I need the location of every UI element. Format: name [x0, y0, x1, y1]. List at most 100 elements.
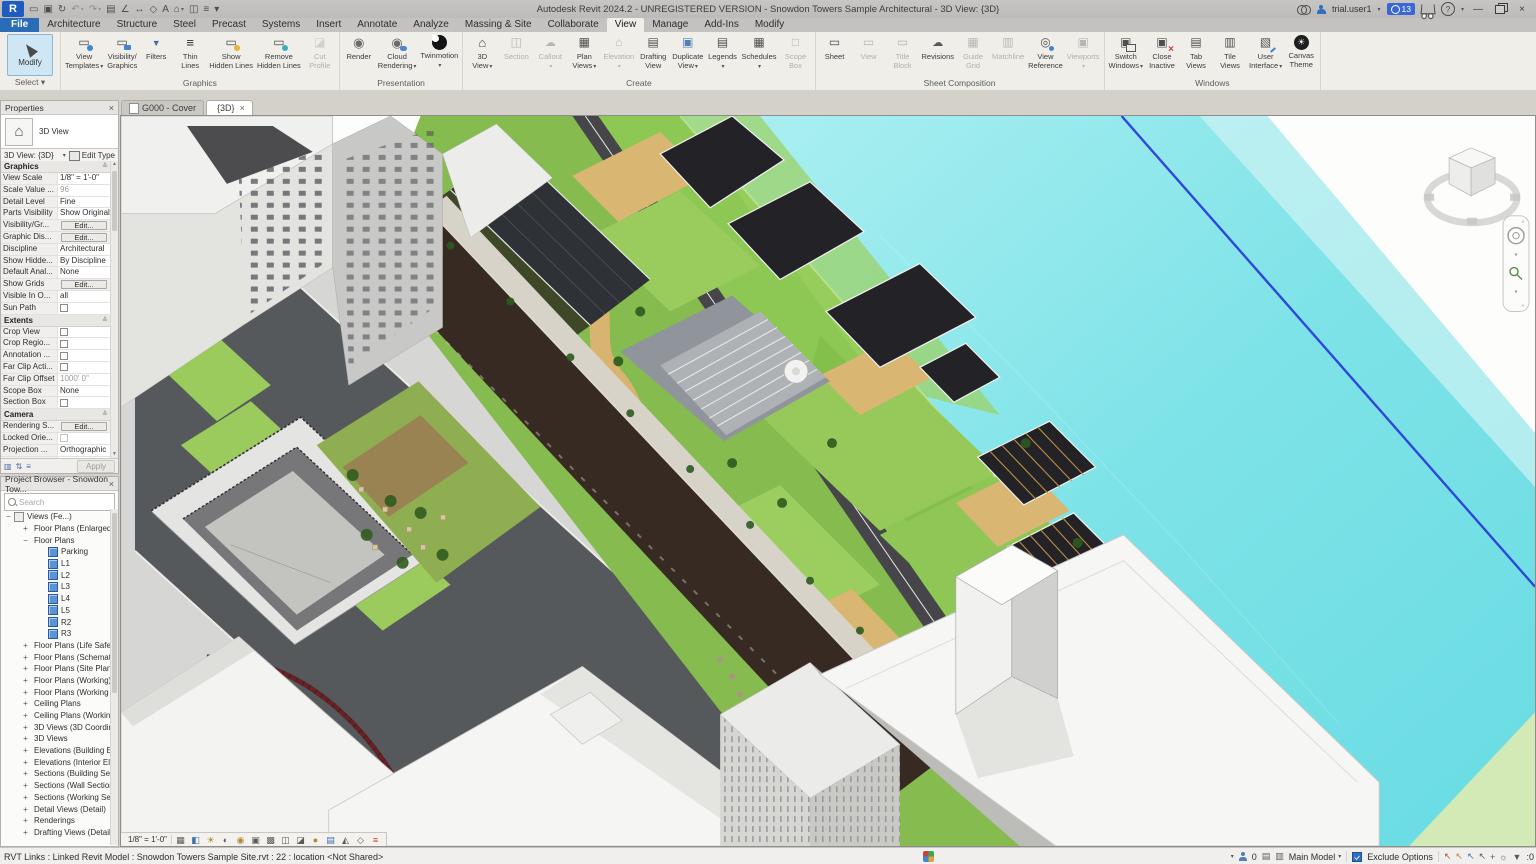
ribbon-tab[interactable]: Analyze	[405, 18, 457, 32]
expand-collapse-icon[interactable]: +	[21, 746, 30, 755]
property-row[interactable]: Section Box	[1, 397, 111, 409]
open-icon[interactable]: ▭	[27, 2, 40, 17]
ribbon-button[interactable]: Cloud Rendering	[376, 33, 419, 72]
property-row[interactable]: Rendering S... Edit...	[1, 421, 111, 433]
expand-collapse-icon[interactable]: +	[21, 676, 30, 685]
ribbon-button[interactable]: Elevation	[601, 33, 636, 72]
ribbon-tab[interactable]: Modify	[747, 18, 792, 32]
exclude-options-checkbox[interactable]	[1352, 852, 1362, 862]
modify-button[interactable]: Modify	[7, 34, 53, 76]
properties-section-header[interactable]: Camera	[1, 409, 111, 421]
browser-tree-item[interactable]: + Ceiling Plans (Working)	[2, 710, 110, 722]
property-row[interactable]: Parts Visibility Show Original	[1, 208, 111, 220]
scale-button[interactable]: 1/8" = 1'-0"	[124, 835, 172, 844]
expand-collapse-icon[interactable]: +	[21, 805, 30, 814]
application-menu-button[interactable]: R	[2, 1, 24, 17]
ribbon-button[interactable]: Remove Hidden Lines	[255, 33, 303, 71]
minimize-button[interactable]: —	[1470, 3, 1486, 16]
browser-search-input[interactable]: Search	[4, 493, 115, 511]
property-row[interactable]: View Scale 1/8" = 1'-0"	[1, 173, 111, 185]
ribbon-button[interactable]: Viewports	[1065, 33, 1102, 72]
section-icon[interactable]: ◫	[187, 2, 200, 17]
ribbon-button[interactable]: 3D View	[465, 33, 499, 72]
ribbon-button[interactable]: Show Hidden Lines	[207, 33, 255, 71]
properties-header[interactable]: Properties ×	[1, 101, 118, 115]
ribbon-button[interactable]: Plan Views	[567, 33, 601, 72]
aligned-dimension-icon[interactable]: ↔	[133, 2, 147, 17]
text-icon[interactable]: A	[160, 2, 171, 17]
panel-label[interactable]: Windows	[1105, 77, 1321, 90]
close-view-icon[interactable]: ×	[240, 103, 245, 113]
selection-filter-icon[interactable]: ▼	[1513, 852, 1522, 862]
ribbon-tab[interactable]: Structure	[109, 18, 166, 32]
tag-icon[interactable]: ◇	[148, 2, 160, 17]
property-row[interactable]: Show Grids Edit...	[1, 279, 111, 291]
ribbon-tab[interactable]: Precast	[204, 18, 254, 32]
select-underlay-toggle-icon[interactable]: ↖	[1455, 851, 1463, 862]
select-panel-label[interactable]: Select ▾	[11, 76, 49, 89]
browser-tree-item[interactable]: + Floor Plans (Working)	[2, 675, 110, 687]
ribbon-button[interactable]: Callout	[533, 33, 567, 72]
ribbon-button[interactable]: Legends	[705, 33, 739, 72]
browser-tree-item[interactable]: + Floor Plans (Working Dimensions)	[2, 686, 110, 698]
ribbon-button[interactable]: Schedules	[739, 33, 778, 72]
browser-tree-item[interactable]: + Floor Plans (Site Plan)	[2, 663, 110, 675]
panel-label[interactable]: Sheet Composition	[816, 77, 1104, 90]
expand-collapse-icon[interactable]: +	[21, 664, 30, 673]
crop-view-icon[interactable]: ▣	[248, 834, 263, 846]
ribbon-tab[interactable]: Collaborate	[540, 18, 607, 32]
property-row[interactable]: Detail Level Fine	[1, 197, 111, 209]
ribbon-tab[interactable]: File	[0, 18, 39, 32]
ribbon-button[interactable]: Matchline	[990, 33, 1026, 63]
select-pinned-toggle-icon[interactable]: ↖	[1467, 851, 1475, 862]
detail-level-icon[interactable]: ▦	[173, 834, 188, 846]
property-row[interactable]: Graphic Dis... Edit...	[1, 232, 111, 244]
worksets-icon[interactable]: ▤	[1262, 851, 1271, 862]
ribbon-button[interactable]: Close Inactive	[1145, 33, 1179, 71]
expand-collapse-icon[interactable]: +	[21, 781, 30, 790]
sync-with-central-icon[interactable]: ↻	[56, 2, 68, 17]
property-row[interactable]: Discipline Architectural	[1, 244, 111, 256]
ribbon-button[interactable]: Sheet	[818, 33, 852, 63]
expand-collapse-icon[interactable]: +	[21, 723, 30, 732]
browser-tree-item[interactable]: + Renderings	[2, 815, 110, 827]
background-processes-icon[interactable]: ☼	[1499, 852, 1507, 862]
property-row[interactable]: Sun Path	[1, 303, 111, 315]
navigation-bar[interactable]: ▾ ▾	[1503, 216, 1529, 312]
help-icon[interactable]: ?	[1441, 2, 1455, 16]
type-selector[interactable]: ⌂ 3D View	[1, 115, 118, 149]
browser-tree-item[interactable]: + Elevations (Building Elevation)	[2, 745, 110, 757]
ribbon-button[interactable]: Drafting View	[636, 33, 670, 71]
ribbon-tab[interactable]: View	[607, 18, 645, 32]
ribbon-tab[interactable]: Annotate	[349, 18, 405, 32]
reveal-constraints-icon[interactable]: ≡	[368, 834, 383, 846]
browser-tree-item[interactable]: + Detail Views (Detail)	[2, 803, 110, 815]
browser-tree-item[interactable]: − Floor Plans	[2, 534, 110, 546]
expand-collapse-icon[interactable]: +	[21, 711, 30, 720]
browser-tree-item[interactable]: + Floor Plans (Life Safety Plan)	[2, 640, 110, 652]
browser-tree-item[interactable]: L1	[2, 558, 110, 570]
ribbon-button[interactable]: Twinmotion	[418, 33, 460, 71]
expand-collapse-icon[interactable]: −	[21, 536, 30, 545]
browser-tree-item[interactable]: + Sections (Building Section)	[2, 768, 110, 780]
chevron-down-icon[interactable]: ▾	[63, 152, 66, 159]
expand-collapse-icon[interactable]: +	[21, 769, 30, 778]
panel-label[interactable]: Graphics	[61, 77, 339, 90]
ribbon-button[interactable]: Section	[499, 33, 533, 63]
expand-collapse-icon[interactable]: +	[21, 758, 30, 767]
worksharing-caret-icon[interactable]: ▾	[1231, 853, 1234, 860]
expand-collapse-icon[interactable]: +	[21, 653, 30, 662]
signed-in-user[interactable]: trial.user1	[1332, 4, 1372, 14]
property-row[interactable]: Scale Value ... 96	[1, 185, 111, 197]
ribbon-button[interactable]: Title Block	[886, 33, 920, 71]
ribbon-button[interactable]: User Interface	[1247, 33, 1284, 72]
browser-scrollbar[interactable]	[110, 509, 118, 845]
property-row[interactable]: Show Hidde... By Discipline	[1, 256, 111, 268]
ribbon-button[interactable]: Revisions	[920, 33, 957, 63]
properties-section-header[interactable]: Extents	[1, 315, 111, 327]
ribbon-tab[interactable]: Architecture	[39, 18, 108, 32]
customize-qat-icon[interactable]: ▾	[212, 2, 221, 17]
ribbon-button[interactable]: Tab Views	[1179, 33, 1213, 71]
browser-tree-item[interactable]: + 3D Views (3D Coordination)	[2, 721, 110, 733]
browser-tree-item[interactable]: L3	[2, 581, 110, 593]
